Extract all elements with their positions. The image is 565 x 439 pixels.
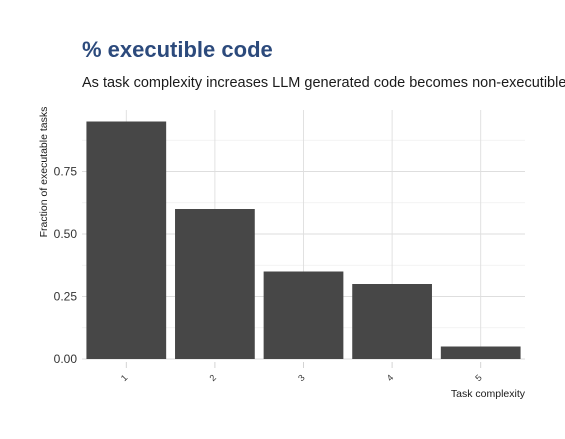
x-tick-label: 5 bbox=[473, 373, 484, 384]
x-tick-label: 4 bbox=[385, 373, 396, 384]
y-tick-label: 0.00 bbox=[54, 352, 78, 366]
bar-4 bbox=[352, 284, 432, 359]
bar-2 bbox=[175, 209, 255, 359]
y-tick-label: 0.25 bbox=[54, 290, 78, 304]
chart-subtitle: As task complexity increases LLM generat… bbox=[82, 75, 565, 91]
x-tick-label: 1 bbox=[119, 373, 130, 384]
x-tick-label: 3 bbox=[296, 373, 307, 384]
x-tick-label: 2 bbox=[207, 373, 218, 384]
x-axis-label: Task complexity bbox=[451, 388, 526, 400]
y-axis-label: Fraction of executable tasks bbox=[38, 107, 50, 238]
y-axis-ticks: 0.00 0.25 0.50 0.75 bbox=[54, 165, 78, 367]
bar-5 bbox=[440, 346, 521, 359]
bar-3 bbox=[263, 271, 344, 359]
chart-title: % executible code bbox=[82, 37, 273, 62]
chart: % executible code As task complexity inc… bbox=[38, 37, 565, 400]
bar-1 bbox=[86, 121, 167, 359]
x-axis-ticks: 1 2 3 4 5 bbox=[119, 362, 484, 383]
y-tick-label: 0.75 bbox=[54, 165, 78, 179]
y-tick-label: 0.50 bbox=[54, 227, 78, 241]
